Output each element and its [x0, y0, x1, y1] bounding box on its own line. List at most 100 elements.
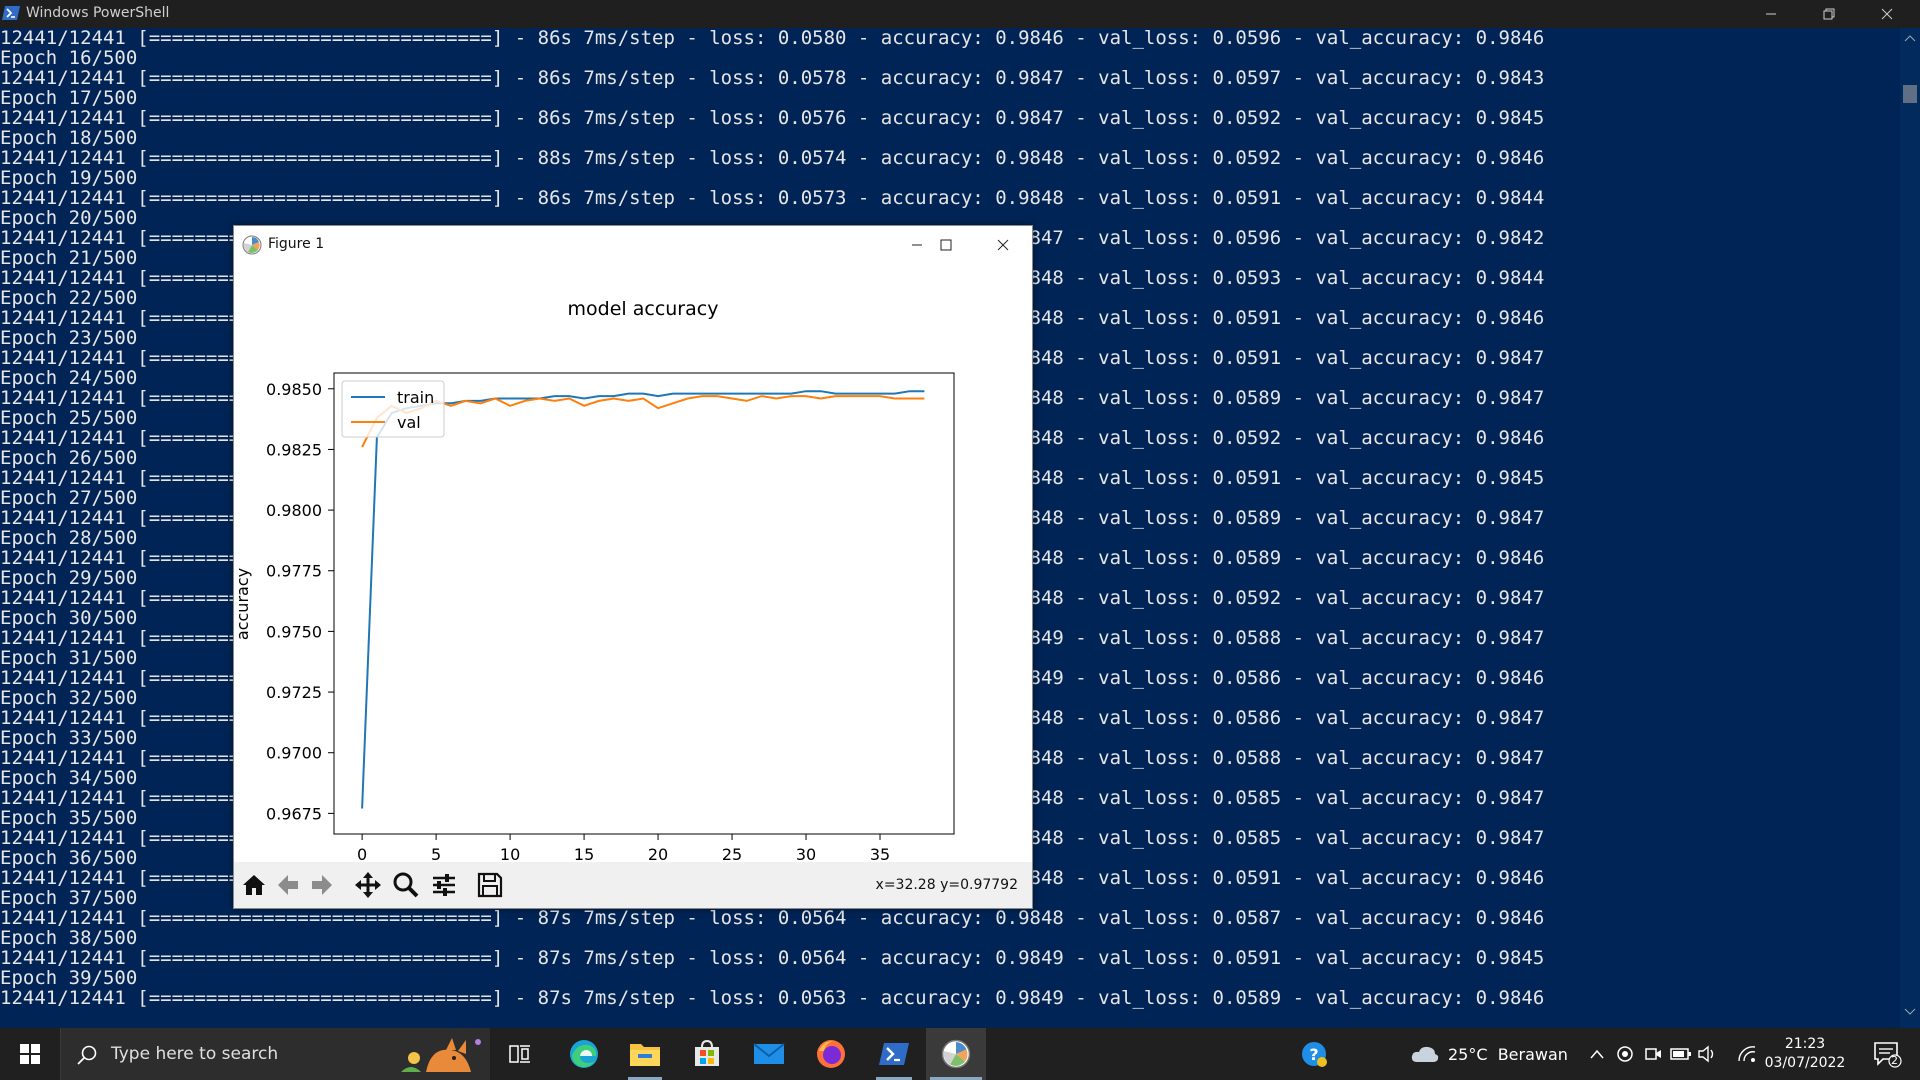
help-button[interactable]: ?: [1296, 1028, 1332, 1080]
back-button[interactable]: [272, 869, 304, 901]
figure-window[interactable]: Figure 1 model accuracy 0.9675 0.9700 0.97…: [233, 225, 1033, 909]
task-view-button[interactable]: [498, 1028, 542, 1080]
matplotlib-figure-icon: [941, 1039, 971, 1069]
search-placeholder: Type here to search: [111, 1044, 279, 1064]
cursor-coordinates: x=32.28 y=0.97792: [875, 877, 1018, 893]
minimize-button[interactable]: [1742, 0, 1800, 28]
battery-icon: [1670, 1048, 1691, 1060]
x-tick-label: 35: [870, 845, 890, 862]
tray-meet-button[interactable]: [1640, 1028, 1666, 1080]
back-icon: [278, 875, 298, 895]
legend: train val: [341, 380, 445, 438]
y-tick-label: 0.9850: [266, 380, 322, 399]
save-button[interactable]: [474, 869, 506, 901]
y-axis-label: accuracy: [234, 568, 252, 640]
terminal-line: 12441/12441 [===========================…: [0, 987, 1545, 1009]
microsoft-store-icon: [695, 1039, 719, 1066]
powershell-icon: [879, 1043, 909, 1065]
close-icon: [997, 239, 1009, 251]
taskbar-search[interactable]: Type here to search: [60, 1028, 490, 1080]
terminal-line: 12441/12441 [===========================…: [0, 67, 1545, 89]
wifi-icon: [1738, 1046, 1756, 1062]
powershell-titlebar[interactable]: Windows PowerShell: [0, 0, 1920, 28]
y-tick-label: 0.9825: [266, 440, 322, 459]
maximize-icon: [940, 239, 952, 251]
home-button[interactable]: [238, 869, 270, 901]
tray-wifi-button[interactable]: [1734, 1028, 1760, 1080]
chevron-up-icon: [1590, 1049, 1604, 1059]
scroll-up-icon[interactable]: [1904, 34, 1916, 42]
taskbar-app-store[interactable]: [682, 1028, 732, 1080]
terminal-line: 12441/12441 [===========================…: [0, 147, 1545, 169]
windows-icon: [20, 1044, 40, 1064]
taskbar-app-powershell[interactable]: [868, 1028, 920, 1080]
search-icon: [77, 1045, 97, 1065]
terminal-line: Epoch 19/500: [0, 167, 138, 189]
terminal-line: Epoch 18/500: [0, 127, 138, 149]
terminal-scrollbar[interactable]: [1900, 28, 1920, 1028]
configure-subplots-button[interactable]: [428, 869, 460, 901]
terminal-line: 12441/12441 [===========================…: [0, 947, 1545, 969]
start-button[interactable]: [0, 1028, 60, 1080]
taskbar-app-mail[interactable]: [744, 1028, 794, 1080]
zoom-button[interactable]: [390, 869, 422, 901]
record-icon: [1617, 1046, 1633, 1062]
plot-axes: [333, 372, 955, 835]
weather-text: 25°C Berawan: [1448, 1044, 1568, 1064]
x-tick-label: 20: [648, 845, 668, 862]
task-view-icon: [509, 1045, 530, 1063]
forward-icon: [312, 875, 332, 895]
y-tick-label: 0.9750: [266, 622, 322, 641]
search-highlight-icon[interactable]: [396, 1032, 486, 1076]
close-button[interactable]: [1858, 0, 1916, 28]
help-icon: ?: [1302, 1042, 1327, 1067]
volume-icon: [1698, 1045, 1714, 1063]
scrollbar-thumb[interactable]: [1903, 85, 1917, 103]
y-ticks: 0.9675 0.9700 0.9725 0.9750 0.9775 0.9800 0.98…: [266, 380, 334, 823]
taskbar-app-figure[interactable]: [926, 1028, 986, 1080]
taskbar-app-edge[interactable]: [560, 1028, 608, 1080]
restore-icon: [1823, 8, 1835, 20]
tray-record-icon-button[interactable]: [1612, 1028, 1638, 1080]
terminal-line: Epoch 17/500: [0, 87, 138, 109]
terminal-line: 12441/12441 [===========================…: [0, 907, 1545, 929]
pan-button[interactable]: [352, 869, 384, 901]
x-tick-label: 5: [431, 845, 441, 862]
weather-widget[interactable]: 25°C Berawan: [1410, 1028, 1575, 1080]
figure-maximize-button[interactable]: [917, 226, 975, 264]
y-tick-label: 0.9775: [266, 562, 322, 581]
tray-volume-button[interactable]: [1694, 1028, 1720, 1080]
x-ticks: 0 5 10 15 20 25 30 35: [357, 834, 890, 864]
figure-close-button[interactable]: [974, 226, 1032, 264]
file-explorer-icon: [630, 1044, 660, 1066]
save-icon: [477, 872, 503, 898]
edge-icon: [570, 1040, 598, 1068]
window-title: Windows PowerShell: [26, 5, 170, 21]
restore-button[interactable]: [1800, 0, 1858, 28]
legend-label-train: train: [397, 388, 434, 407]
taskbar-app-firefox[interactable]: [806, 1028, 856, 1080]
y-tick-label: 0.9700: [266, 744, 322, 763]
x-tick-label: 15: [574, 845, 594, 862]
clock[interactable]: 21:23 03/07/2022: [1760, 1028, 1850, 1080]
tray-battery-button[interactable]: [1668, 1028, 1694, 1080]
taskbar: Type here to search ? 25°C Berawan 21:23…: [0, 1028, 1920, 1080]
cloud-icon: [1411, 1046, 1439, 1062]
x-tick-label: 30: [796, 845, 816, 862]
scroll-down-icon[interactable]: [1904, 1008, 1916, 1016]
clock-time: 21:23: [1784, 1036, 1826, 1052]
forward-button[interactable]: [306, 869, 338, 901]
y-tick-label: 0.9675: [266, 804, 322, 823]
figure-toolbar: x=32.28 y=0.97792: [234, 862, 1032, 908]
figure-canvas[interactable]: model accuracy 0.9675 0.9700 0.9725 0.9750 0…: [233, 264, 1032, 889]
close-icon: [1881, 8, 1893, 20]
terminal-line: Epoch 38/500: [0, 927, 138, 949]
show-hidden-icons-button[interactable]: [1584, 1028, 1610, 1080]
terminal-line: 12441/12441 [===========================…: [0, 107, 1545, 129]
y-tick-label: 0.9725: [266, 683, 322, 702]
figure-titlebar[interactable]: Figure 1: [234, 226, 1032, 264]
home-icon: [243, 875, 265, 895]
accuracy-plot[interactable]: model accuracy 0.96750.97000.97250.97500…: [233, 264, 1032, 889]
taskbar-app-file-explorer[interactable]: [620, 1028, 670, 1080]
notification-center-button[interactable]: 2: [1864, 1028, 1910, 1080]
